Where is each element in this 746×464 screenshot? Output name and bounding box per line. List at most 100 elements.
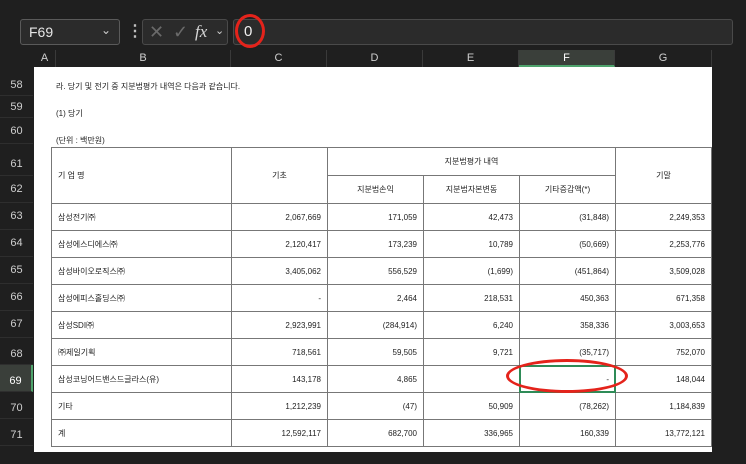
cell-closing[interactable]: 148,044 — [615, 365, 712, 393]
name-box-value: F69 — [29, 24, 54, 40]
cell-opening[interactable]: 2,067,669 — [231, 203, 328, 231]
cell-other[interactable]: (31,848) — [519, 203, 616, 231]
cell-closing[interactable]: 2,249,353 — [615, 203, 712, 231]
cell-company[interactable]: ㈜제일기획 — [51, 338, 232, 366]
cell-capital[interactable]: 9,721 — [423, 338, 520, 366]
row-header-61[interactable]: 61 — [0, 144, 33, 176]
cell-profit[interactable]: 4,865 — [327, 365, 424, 393]
equity-method-table: 기 업 명 기초 지분법평가 내역 기말 지분법손익 지분법자본변동 기타증감액… — [51, 147, 712, 447]
row-header-70[interactable]: 70 — [0, 392, 33, 419]
formula-input[interactable]: 0 — [233, 19, 733, 45]
note-period: (1) 당기 — [56, 109, 83, 118]
cell-closing[interactable]: 1,184,839 — [615, 392, 712, 420]
table-row: 계 12,592,117 682,700 336,965 160,339 13,… — [51, 419, 712, 447]
cell-opening[interactable]: 3,405,062 — [231, 257, 328, 285]
highlight-circle — [235, 14, 265, 48]
cell-other[interactable]: 358,336 — [519, 311, 616, 339]
cell-other[interactable]: (50,669) — [519, 230, 616, 258]
row-header-65[interactable]: 65 — [0, 257, 33, 284]
column-header-f[interactable]: F — [519, 50, 615, 67]
column-header-g[interactable]: G — [615, 50, 712, 67]
table-row: 삼성에피스홀딩스㈜ - 2,464 218,531 450,363 671,35… — [51, 284, 712, 312]
cell-capital[interactable]: 336,965 — [423, 419, 520, 447]
header-closing: 기말 — [615, 147, 712, 204]
cell-other[interactable]: (451,864) — [519, 257, 616, 285]
row-header-66[interactable]: 66 — [0, 284, 33, 311]
cell-capital[interactable]: 10,789 — [423, 230, 520, 258]
cell-company[interactable]: 삼성코닝어드밴스드글라스(유) — [51, 365, 232, 393]
cell-company[interactable]: 삼성SDI㈜ — [51, 311, 232, 339]
cell-profit[interactable]: 682,700 — [327, 419, 424, 447]
close-icon[interactable]: ✕ — [149, 22, 164, 43]
cell-profit[interactable]: 556,529 — [327, 257, 424, 285]
column-header-e[interactable]: E — [423, 50, 519, 67]
cell-capital[interactable]: 6,240 — [423, 311, 520, 339]
cell-other[interactable]: 160,339 — [519, 419, 616, 447]
header-opening: 기초 — [231, 147, 328, 204]
cell-closing[interactable]: 3,509,028 — [615, 257, 712, 285]
worksheet-area[interactable]: 라. 당기 및 전기 중 지분법평가 내역은 다음과 같습니다. (1) 당기 … — [34, 67, 712, 452]
row-header-64[interactable]: 64 — [0, 230, 33, 257]
cell-profit[interactable]: 171,059 — [327, 203, 424, 231]
cell-other[interactable]: (78,262) — [519, 392, 616, 420]
cell-opening[interactable]: 2,120,417 — [231, 230, 328, 258]
cell-company[interactable]: 계 — [51, 419, 232, 447]
cell-capital[interactable] — [423, 365, 520, 393]
cell-company[interactable]: 삼성전기㈜ — [51, 203, 232, 231]
column-header-a[interactable]: A — [34, 50, 56, 67]
cell-profit[interactable]: 2,464 — [327, 284, 424, 312]
row-header-58[interactable]: 58 — [0, 74, 33, 96]
cell-opening[interactable]: 2,923,991 — [231, 311, 328, 339]
header-company: 기 업 명 — [51, 147, 232, 204]
row-header-67[interactable]: 67 — [0, 311, 33, 338]
header-capital: 지분법자본변동 — [423, 175, 520, 204]
table-row: 삼성바이오로직스㈜ 3,405,062 556,529 (1,699) (451… — [51, 257, 712, 285]
cell-profit[interactable]: 173,239 — [327, 230, 424, 258]
cell-profit[interactable]: (284,914) — [327, 311, 424, 339]
cell-profit[interactable]: (47) — [327, 392, 424, 420]
header-profit: 지분법손익 — [327, 175, 424, 204]
cell-company[interactable]: 삼성에스디에스㈜ — [51, 230, 232, 258]
cell-opening[interactable]: 12,592,117 — [231, 419, 328, 447]
cell-closing[interactable]: 752,070 — [615, 338, 712, 366]
cell-closing[interactable]: 3,003,653 — [615, 311, 712, 339]
chevron-down-icon[interactable]: ⌄ — [215, 24, 224, 37]
sheet-gutter — [712, 67, 746, 452]
row-header-59[interactable]: 59 — [0, 96, 33, 118]
name-box[interactable]: F69 ⌄ — [20, 19, 120, 45]
cell-capital[interactable]: (1,699) — [423, 257, 520, 285]
row-header-60[interactable]: 60 — [0, 118, 33, 144]
cell-opening[interactable]: 143,178 — [231, 365, 328, 393]
column-header-c[interactable]: C — [231, 50, 327, 67]
header-other: 기타증감액(*) — [519, 175, 616, 204]
cell-opening[interactable]: 1,212,239 — [231, 392, 328, 420]
cell-profit[interactable]: 59,505 — [327, 338, 424, 366]
check-icon[interactable]: ✓ — [173, 22, 188, 43]
cell-company[interactable]: 삼성바이오로직스㈜ — [51, 257, 232, 285]
header-group: 지분법평가 내역 — [327, 147, 616, 176]
cell-other[interactable]: 450,363 — [519, 284, 616, 312]
cell-opening[interactable]: - — [231, 284, 328, 312]
row-header-69[interactable]: 69 — [0, 365, 33, 392]
cell-opening[interactable]: 718,561 — [231, 338, 328, 366]
insert-function-button[interactable]: fx — [195, 22, 207, 42]
cell-capital[interactable]: 50,909 — [423, 392, 520, 420]
cell-company[interactable]: 삼성에피스홀딩스㈜ — [51, 284, 232, 312]
chevron-down-icon[interactable]: ⌄ — [101, 23, 111, 37]
cell-capital[interactable]: 218,531 — [423, 284, 520, 312]
cell-closing[interactable]: 671,358 — [615, 284, 712, 312]
row-header-71[interactable]: 71 — [0, 419, 33, 446]
cell-company[interactable]: 기타 — [51, 392, 232, 420]
cell-closing[interactable]: 13,772,121 — [615, 419, 712, 447]
table-row: 삼성전기㈜ 2,067,669 171,059 42,473 (31,848) … — [51, 203, 712, 231]
note-heading: 라. 당기 및 전기 중 지분법평가 내역은 다음과 같습니다. — [56, 82, 241, 91]
column-header-d[interactable]: D — [327, 50, 423, 67]
row-header-63[interactable]: 63 — [0, 203, 33, 230]
cell-closing[interactable]: 2,253,776 — [615, 230, 712, 258]
column-header-b[interactable]: B — [56, 50, 231, 67]
more-options-icon[interactable]: ⋮ — [127, 21, 143, 41]
table-row: 삼성에스디에스㈜ 2,120,417 173,239 10,789 (50,66… — [51, 230, 712, 258]
row-header-62[interactable]: 62 — [0, 176, 33, 203]
row-header-68[interactable]: 68 — [0, 338, 33, 365]
cell-capital[interactable]: 42,473 — [423, 203, 520, 231]
